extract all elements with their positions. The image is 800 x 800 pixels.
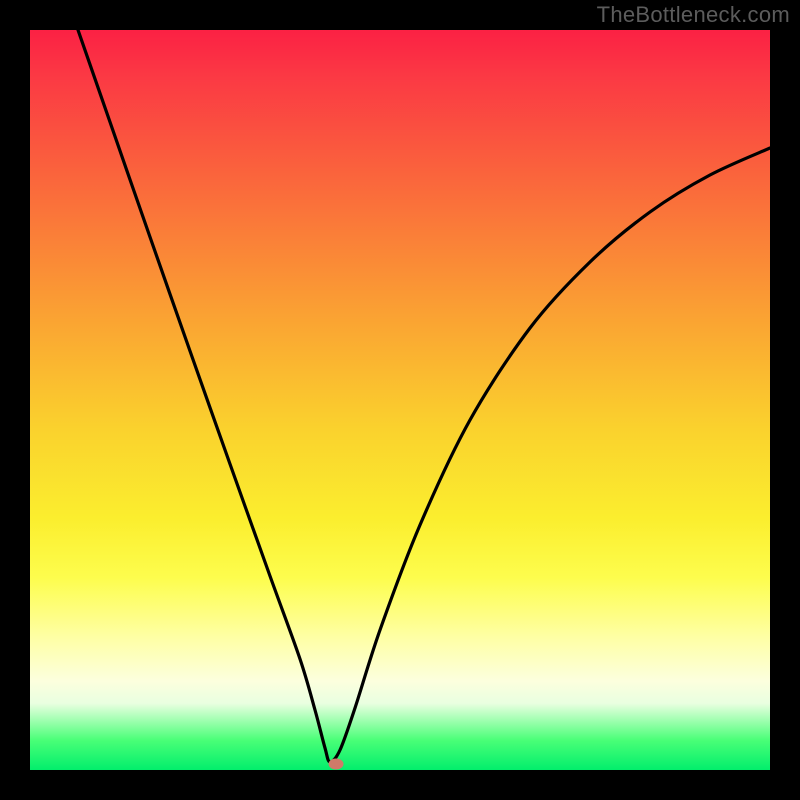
watermark-text: TheBottleneck.com (597, 2, 790, 28)
chart-frame: TheBottleneck.com (0, 0, 800, 800)
plot-area (30, 30, 770, 770)
bottleneck-curve (78, 30, 770, 762)
optimal-point-marker (329, 759, 344, 770)
curve-svg (30, 30, 770, 770)
